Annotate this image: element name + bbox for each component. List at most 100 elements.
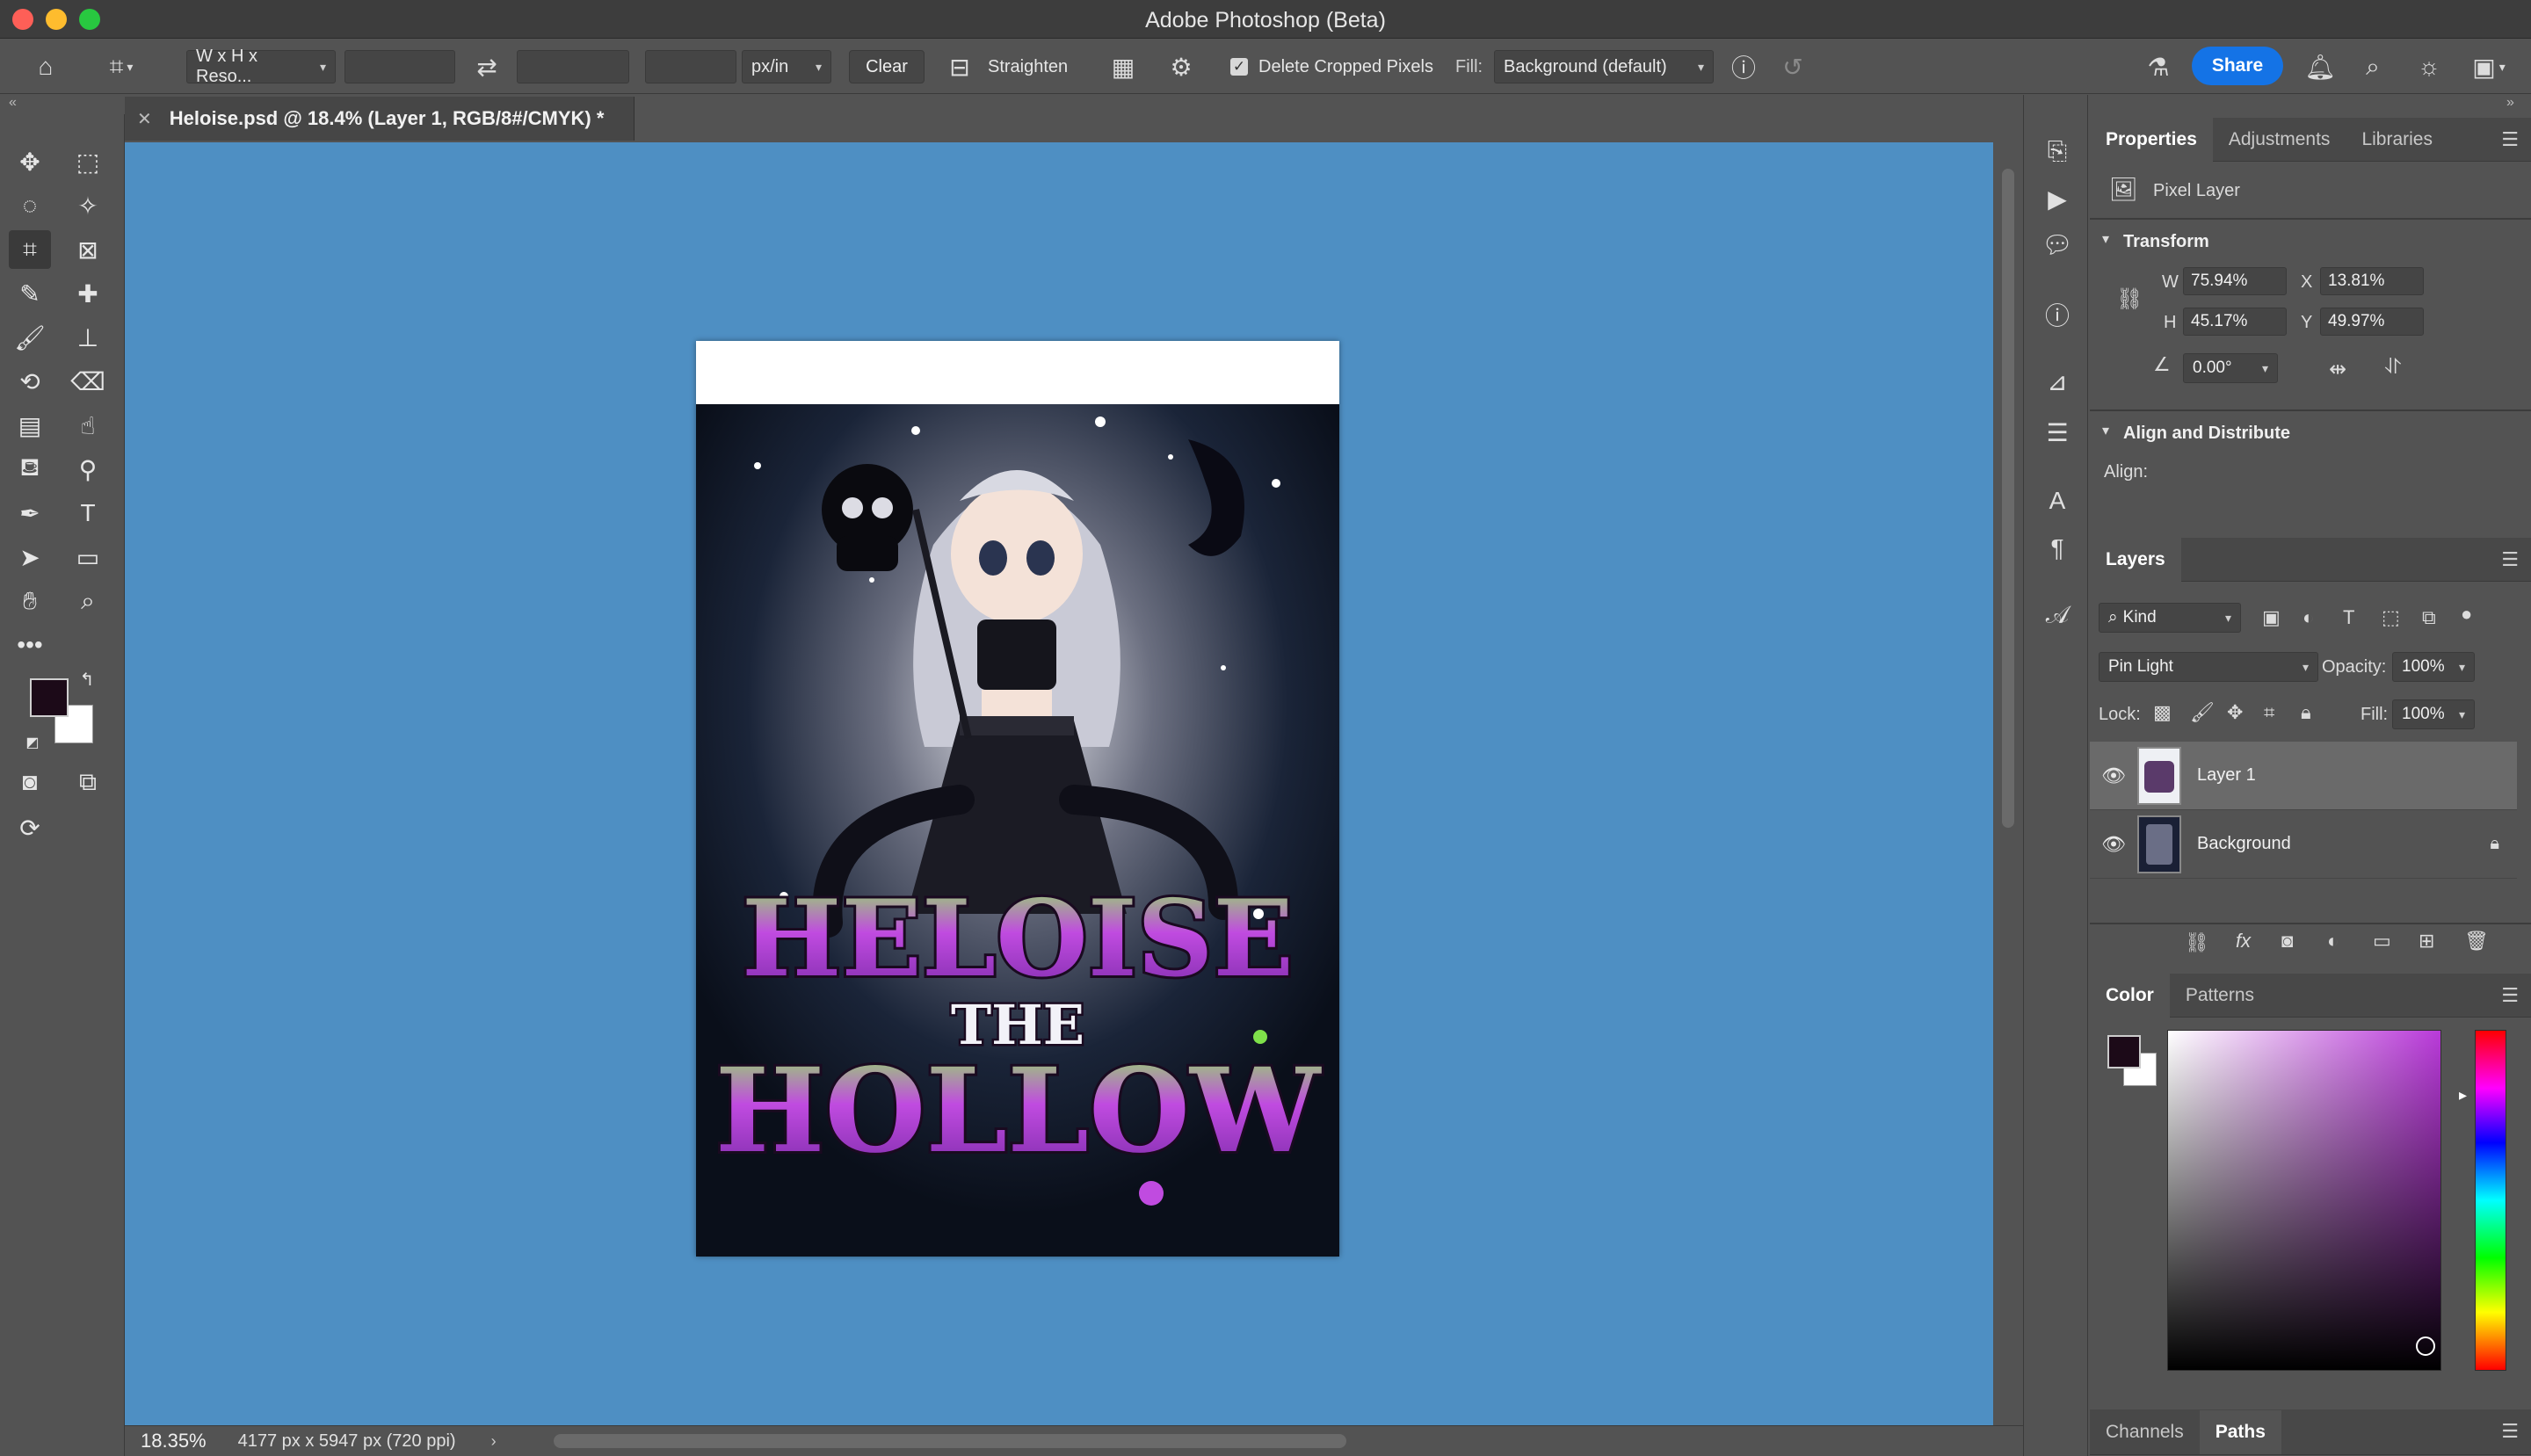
document-tab[interactable]: ✕ Heloise.psd @ 18.4% (Layer 1, RGB/8#/C… <box>125 97 635 141</box>
lock-position-icon[interactable]: ✥ <box>2227 701 2243 724</box>
ratio-preset-dropdown[interactable]: W x H x Reso... ▾ <box>186 47 336 86</box>
lasso-tool-icon[interactable]: ◌ <box>9 186 51 225</box>
flip-horizontal-icon[interactable]: ⇹ <box>2329 357 2346 382</box>
beaker-icon[interactable]: ⚗ <box>2141 50 2176 83</box>
zoom-level[interactable]: 18.35% <box>141 1430 207 1452</box>
vertical-scroll-thumb[interactable] <box>2002 169 2014 828</box>
lock-icon[interactable]: 🔒︎ <box>2490 834 2499 854</box>
actions-play-icon[interactable]: ▶ <box>2038 179 2077 218</box>
canvas-area[interactable]: HELOISE THE HOLLOW <box>125 142 1993 1425</box>
swap-dimensions-icon[interactable]: ⇄ <box>469 50 504 83</box>
link-icon[interactable]: ⛓ <box>2116 286 2143 312</box>
paragraph-icon[interactable]: ¶ <box>2038 529 2077 568</box>
vertical-scrollbar[interactable] <box>1993 142 2023 1425</box>
link-layers-icon[interactable]: ⛓ <box>2185 931 2209 954</box>
layer-row-background[interactable]: 👁︎ Background 🔒︎ <box>2090 810 2517 879</box>
foreground-color-swatch[interactable] <box>30 678 69 717</box>
layer-filter-dropdown[interactable]: ⌕ Kind ▾ <box>2099 603 2241 633</box>
width-input[interactable] <box>344 50 455 83</box>
crop-tool-preset-icon[interactable]: ⌗ ▾ <box>95 50 148 83</box>
lock-all-icon[interactable]: 🔒︎ <box>2301 701 2311 724</box>
paint-bucket-icon[interactable]: ⛾ <box>9 450 51 489</box>
default-colors-icon[interactable]: ◩ <box>19 729 46 756</box>
healing-brush-tool-icon[interactable]: ✚ <box>67 274 109 313</box>
dodge-tool-icon[interactable]: ⚲ <box>67 450 109 489</box>
magic-wand-tool-icon[interactable]: ✧ <box>67 186 109 225</box>
chevron-down-icon[interactable]: ▾ <box>2102 422 2109 439</box>
filter-shape-icon[interactable]: ⬚ <box>2382 606 2400 629</box>
crop-tool-icon[interactable]: ⌗ <box>9 230 51 269</box>
tab-libraries[interactable]: Libraries <box>2346 118 2448 162</box>
bell-icon[interactable]: 🔔︎ <box>2303 50 2338 83</box>
hamburger-menu-icon[interactable]: ☰ <box>2501 128 2519 151</box>
generative-icon[interactable]: ⟳ <box>9 808 51 847</box>
filter-pixel-icon[interactable]: ▣ <box>2262 606 2281 629</box>
transform-w-input[interactable]: 75.94% <box>2183 267 2287 295</box>
fill-dropdown[interactable]: Background (default) ▾ <box>1494 50 1714 83</box>
brush-settings-icon[interactable]: ⊿ <box>2038 362 2077 401</box>
flip-vertical-icon[interactable]: ⥯ <box>2385 355 2401 380</box>
fx-icon[interactable]: fx <box>2236 930 2251 953</box>
angle-dropdown[interactable]: 0.00° ▾ <box>2183 353 2278 383</box>
brush-tool-icon[interactable]: 🖌︎ <box>9 318 51 357</box>
quick-mask-icon[interactable]: ◙ <box>9 763 51 801</box>
adjustment-layer-icon[interactable]: ◐ <box>2327 930 2339 953</box>
chevron-right-icon[interactable]: › <box>491 1432 497 1451</box>
tab-patterns[interactable]: Patterns <box>2170 974 2270 1018</box>
opacity-input[interactable]: 100% ▾ <box>2392 652 2475 682</box>
delete-cropped-checkbox[interactable]: ✓ Delete Cropped Pixels <box>1230 50 1433 83</box>
document-canvas[interactable]: HELOISE THE HOLLOW <box>696 341 1339 1257</box>
fill-input[interactable]: 100% ▾ <box>2392 699 2475 729</box>
type-tool-icon[interactable]: T <box>67 494 109 532</box>
eye-icon[interactable]: 👁︎ <box>2090 764 2137 787</box>
horizontal-scroll-thumb[interactable] <box>554 1434 1346 1448</box>
hamburger-menu-icon[interactable]: ☰ <box>2501 984 2519 1007</box>
gear-icon[interactable]: ⚙ <box>1164 50 1199 83</box>
tab-properties[interactable]: Properties <box>2090 117 2213 162</box>
swap-colors-icon[interactable]: ↰ <box>74 666 100 692</box>
straighten-icon[interactable]: ⊟ <box>942 50 977 83</box>
screen-mode-icon[interactable]: ⧉ <box>67 763 109 801</box>
collapse-left-icon[interactable]: « <box>9 95 17 111</box>
lock-transparent-icon[interactable]: ▩ <box>2153 701 2172 724</box>
blend-mode-dropdown[interactable]: Pin Light ▾ <box>2099 652 2318 682</box>
straighten-button[interactable]: Straighten <box>988 50 1068 83</box>
height-input[interactable] <box>517 50 629 83</box>
marquee-tool-icon[interactable]: ⬚ <box>67 142 109 181</box>
resolution-input[interactable] <box>645 50 736 83</box>
filter-toggle-icon[interactable]: ● <box>2461 603 2472 626</box>
tab-adjustments[interactable]: Adjustments <box>2213 118 2346 162</box>
filter-smart-object-icon[interactable]: ⧉ <box>2422 606 2436 629</box>
chevron-down-icon[interactable]: ▾ <box>2102 230 2109 248</box>
eyedropper-tool-icon[interactable]: ✎ <box>9 274 51 313</box>
more-tools-icon[interactable]: ••• <box>9 626 51 664</box>
filter-type-icon[interactable]: T <box>2343 606 2354 629</box>
smudge-tool-icon[interactable]: ☝ <box>67 406 109 445</box>
eye-icon[interactable]: 👁︎ <box>2090 833 2137 856</box>
layer-mask-icon[interactable]: ◙ <box>2281 930 2293 953</box>
share-button[interactable]: Share <box>2192 47 2283 85</box>
history-brush-tool-icon[interactable]: ⟲ <box>9 362 51 401</box>
filter-adjustment-icon[interactable]: ◐ <box>2303 606 2314 629</box>
transform-x-input[interactable]: 13.81% <box>2320 267 2424 295</box>
frame-tool-icon[interactable]: ⊠ <box>67 230 109 269</box>
move-tool-icon[interactable]: ✥ <box>9 142 51 181</box>
comments-icon[interactable]: 💬︎ <box>2038 225 2077 264</box>
rectangle-tool-icon[interactable]: ▭ <box>67 538 109 576</box>
home-icon[interactable]: ⌂ <box>28 50 63 83</box>
lock-pixels-icon[interactable]: 🖌︎ <box>2190 701 2215 724</box>
tab-layers[interactable]: Layers <box>2090 537 2181 582</box>
history-icon[interactable]: ⎘ <box>2038 132 2077 170</box>
transform-h-input[interactable]: 45.17% <box>2183 308 2287 336</box>
info-icon[interactable]: ⓘ <box>1726 50 1761 83</box>
trash-icon[interactable]: 🗑︎ <box>2464 930 2489 953</box>
search-icon[interactable]: ⌕ <box>2355 50 2390 83</box>
stamp-tool-icon[interactable]: ⊥ <box>67 318 109 357</box>
layer-row-layer1[interactable]: 👁︎ Layer 1 <box>2090 742 2517 810</box>
transform-y-input[interactable]: 49.97% <box>2320 308 2424 336</box>
gradient-tool-icon[interactable]: ▤ <box>9 406 51 445</box>
zoom-tool-icon[interactable]: ⌕ <box>67 582 109 620</box>
hand-tool-icon[interactable]: ✋︎ <box>9 582 51 620</box>
lightbulb-icon[interactable]: ☼ <box>2411 50 2447 83</box>
clear-button[interactable]: Clear <box>849 50 925 83</box>
